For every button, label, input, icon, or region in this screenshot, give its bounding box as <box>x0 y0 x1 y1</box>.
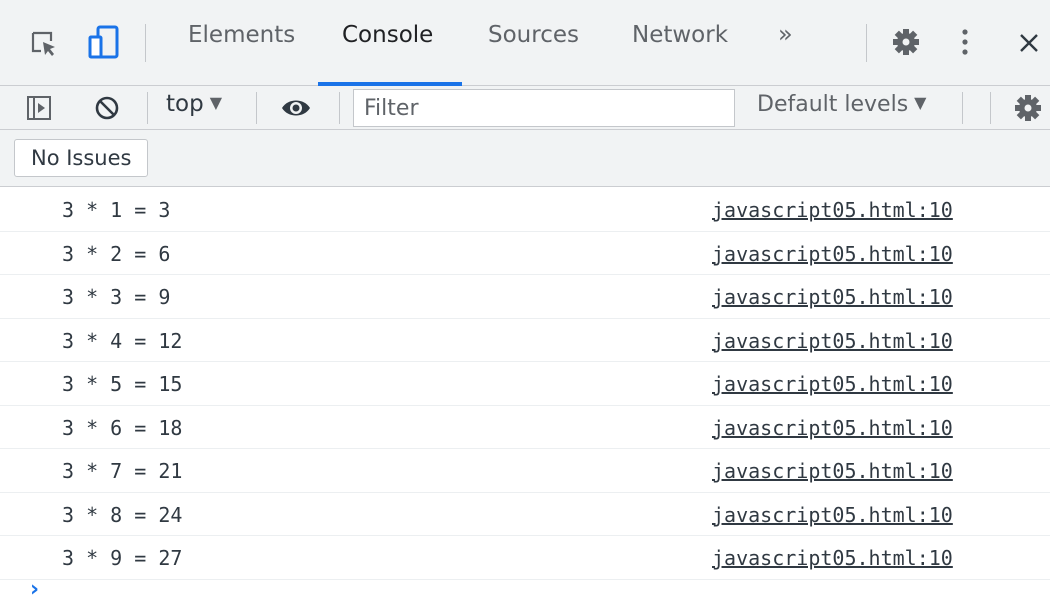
tab-network[interactable]: Network <box>632 22 728 48</box>
console-settings-gear-icon[interactable] <box>1010 92 1046 124</box>
console-message: 3 * 8 = 24 javascript05.html:10 <box>0 493 1050 536</box>
issues-bar: No Issues <box>0 130 1050 187</box>
device-toolbar-icon[interactable] <box>86 24 122 62</box>
console-message: 3 * 9 = 27 javascript05.html:10 <box>0 536 1050 580</box>
message-source-link[interactable]: javascript05.html:10 <box>712 459 953 483</box>
close-icon[interactable] <box>1012 26 1046 60</box>
inspect-element-icon[interactable] <box>26 26 62 62</box>
console-message: 3 * 1 = 3 javascript05.html:10 <box>0 188 1050 232</box>
clear-console-icon[interactable] <box>92 93 122 123</box>
issues-button[interactable]: No Issues <box>14 139 149 177</box>
tab-sources[interactable]: Sources <box>488 22 579 48</box>
toolbar-divider <box>866 24 867 62</box>
message-text: 3 * 7 = 21 <box>62 459 183 483</box>
message-source-link[interactable]: javascript05.html:10 <box>712 416 953 440</box>
tab-elements[interactable]: Elements <box>188 22 295 48</box>
toolbar-divider <box>256 92 257 124</box>
message-source-link[interactable]: javascript05.html:10 <box>712 503 953 527</box>
dropdown-arrow-icon: ▼ <box>914 93 927 112</box>
message-source-link[interactable]: javascript05.html:10 <box>712 285 953 309</box>
toolbar-divider <box>962 92 963 124</box>
toolbar-divider <box>145 24 146 62</box>
message-text: 3 * 1 = 3 <box>62 198 171 222</box>
message-text: 3 * 5 = 15 <box>62 372 183 396</box>
console-message: 3 * 7 = 21 javascript05.html:10 <box>0 449 1050 493</box>
log-levels-select[interactable]: Default levels ▼ <box>757 92 926 117</box>
toolbar-divider <box>147 92 148 124</box>
toolbar-divider <box>339 92 340 124</box>
console-message: 3 * 2 = 6 javascript05.html:10 <box>0 232 1050 275</box>
message-source-link[interactable]: javascript05.html:10 <box>712 329 953 353</box>
console-toolbar: top ▼ Default levels ▼ <box>0 86 1050 130</box>
console-prompt-chevron-icon: › <box>30 577 40 602</box>
console-message: 3 * 6 = 18 javascript05.html:10 <box>0 406 1050 449</box>
tab-console[interactable]: Console <box>342 22 433 48</box>
toolbar-divider <box>990 92 991 124</box>
message-text: 3 * 2 = 6 <box>62 241 171 266</box>
message-text: 3 * 8 = 24 <box>62 502 183 527</box>
message-text: 3 * 9 = 27 <box>62 546 183 570</box>
show-sidebar-icon[interactable] <box>24 93 54 123</box>
more-options-kebab-icon[interactable] <box>952 24 978 60</box>
console-message: 3 * 4 = 12 javascript05.html:10 <box>0 319 1050 362</box>
message-source-link[interactable]: javascript05.html:10 <box>712 546 953 570</box>
devtools-tab-bar: Elements Console Sources Network » <box>0 0 1050 86</box>
live-expression-eye-icon[interactable] <box>278 93 314 123</box>
settings-gear-icon[interactable] <box>888 24 924 60</box>
levels-label: Default levels <box>757 92 909 117</box>
context-label: top <box>166 91 204 117</box>
filter-input[interactable] <box>353 89 735 127</box>
dropdown-arrow-icon: ▼ <box>209 93 223 112</box>
message-text: 3 * 6 = 18 <box>62 415 183 440</box>
message-text: 3 * 4 = 12 <box>62 328 183 353</box>
message-source-link[interactable]: javascript05.html:10 <box>712 198 953 222</box>
message-text: 3 * 3 = 9 <box>62 285 171 309</box>
execution-context-select[interactable]: top ▼ <box>166 91 222 117</box>
console-messages: 3 * 1 = 3 javascript05.html:10 3 * 2 = 6… <box>0 188 1050 580</box>
more-tabs-icon[interactable]: » <box>778 20 793 48</box>
console-message: 3 * 5 = 15 javascript05.html:10 <box>0 362 1050 406</box>
message-source-link[interactable]: javascript05.html:10 <box>712 372 953 396</box>
message-source-link[interactable]: javascript05.html:10 <box>712 242 953 266</box>
console-message: 3 * 3 = 9 javascript05.html:10 <box>0 275 1050 319</box>
